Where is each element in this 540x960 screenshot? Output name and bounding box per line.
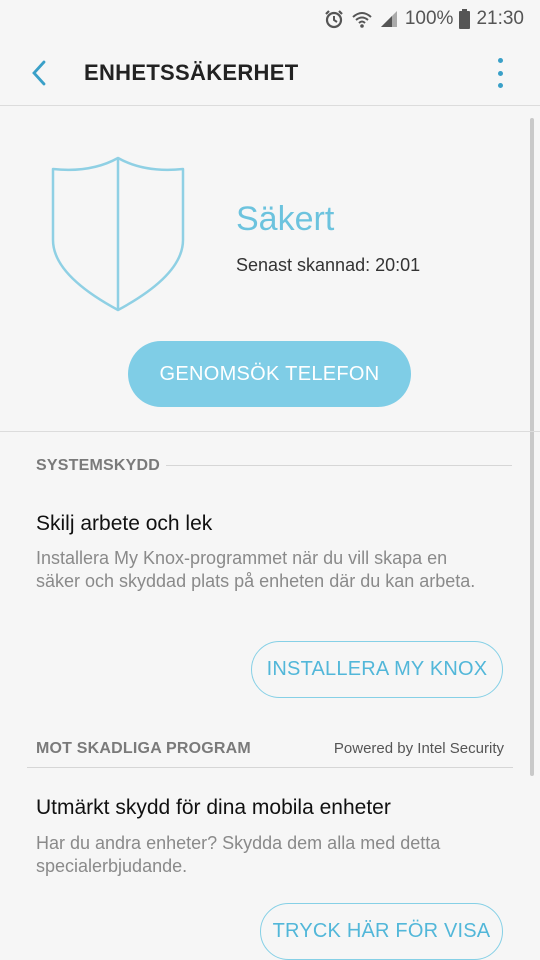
- scan-phone-button[interactable]: GENOMSÖK TELEFON: [128, 341, 411, 407]
- item-title-intel: Utmärkt skydd för dina mobila enheter: [36, 796, 391, 819]
- page-title: ENHETSSÄKERHET: [84, 60, 299, 85]
- install-my-knox-button[interactable]: INSTALLERA MY KNOX: [251, 641, 503, 698]
- app-bar: ENHETSSÄKERHET: [0, 38, 540, 106]
- more-dot-icon: [497, 83, 503, 88]
- last-scan-text: Senast skannad: 20:01: [236, 255, 421, 275]
- powered-by-text: Powered by Intel Security: [333, 740, 504, 757]
- back-button[interactable]: [24, 58, 54, 88]
- battery-percentage: 100%: [404, 8, 454, 29]
- section-header-system-protection: SYSTEMSKYDD: [36, 457, 160, 474]
- item-desc-intel: Har du andra enheter? Skydda dem alla me…: [36, 833, 441, 876]
- divider: [0, 431, 540, 432]
- status-bar: 100% 21:30: [0, 0, 540, 38]
- more-dot-icon: [497, 70, 503, 76]
- more-options-button[interactable]: [490, 58, 510, 88]
- signal-icon: [379, 9, 399, 29]
- alarm-icon: [323, 8, 345, 30]
- section-divider: [27, 767, 513, 768]
- more-dot-icon: [497, 58, 503, 63]
- section-divider: [166, 465, 512, 466]
- security-status-title: Säkert: [236, 200, 335, 238]
- section-header-malware: MOT SKADLIGA PROGRAM: [36, 740, 251, 757]
- tap-here-to-view-button[interactable]: TRYCK HÄR FÖR VISA: [260, 903, 503, 960]
- battery-icon: [459, 9, 471, 29]
- item-title-knox: Skilj arbete och lek: [36, 512, 213, 535]
- clock: 21:30: [476, 8, 524, 29]
- shield-icon: [50, 155, 188, 318]
- scrollbar[interactable]: [530, 118, 534, 776]
- item-desc-knox: Installera My Knox-programmet när du vil…: [36, 548, 476, 591]
- wifi-icon: [351, 8, 373, 30]
- chevron-left-icon: [32, 60, 46, 86]
